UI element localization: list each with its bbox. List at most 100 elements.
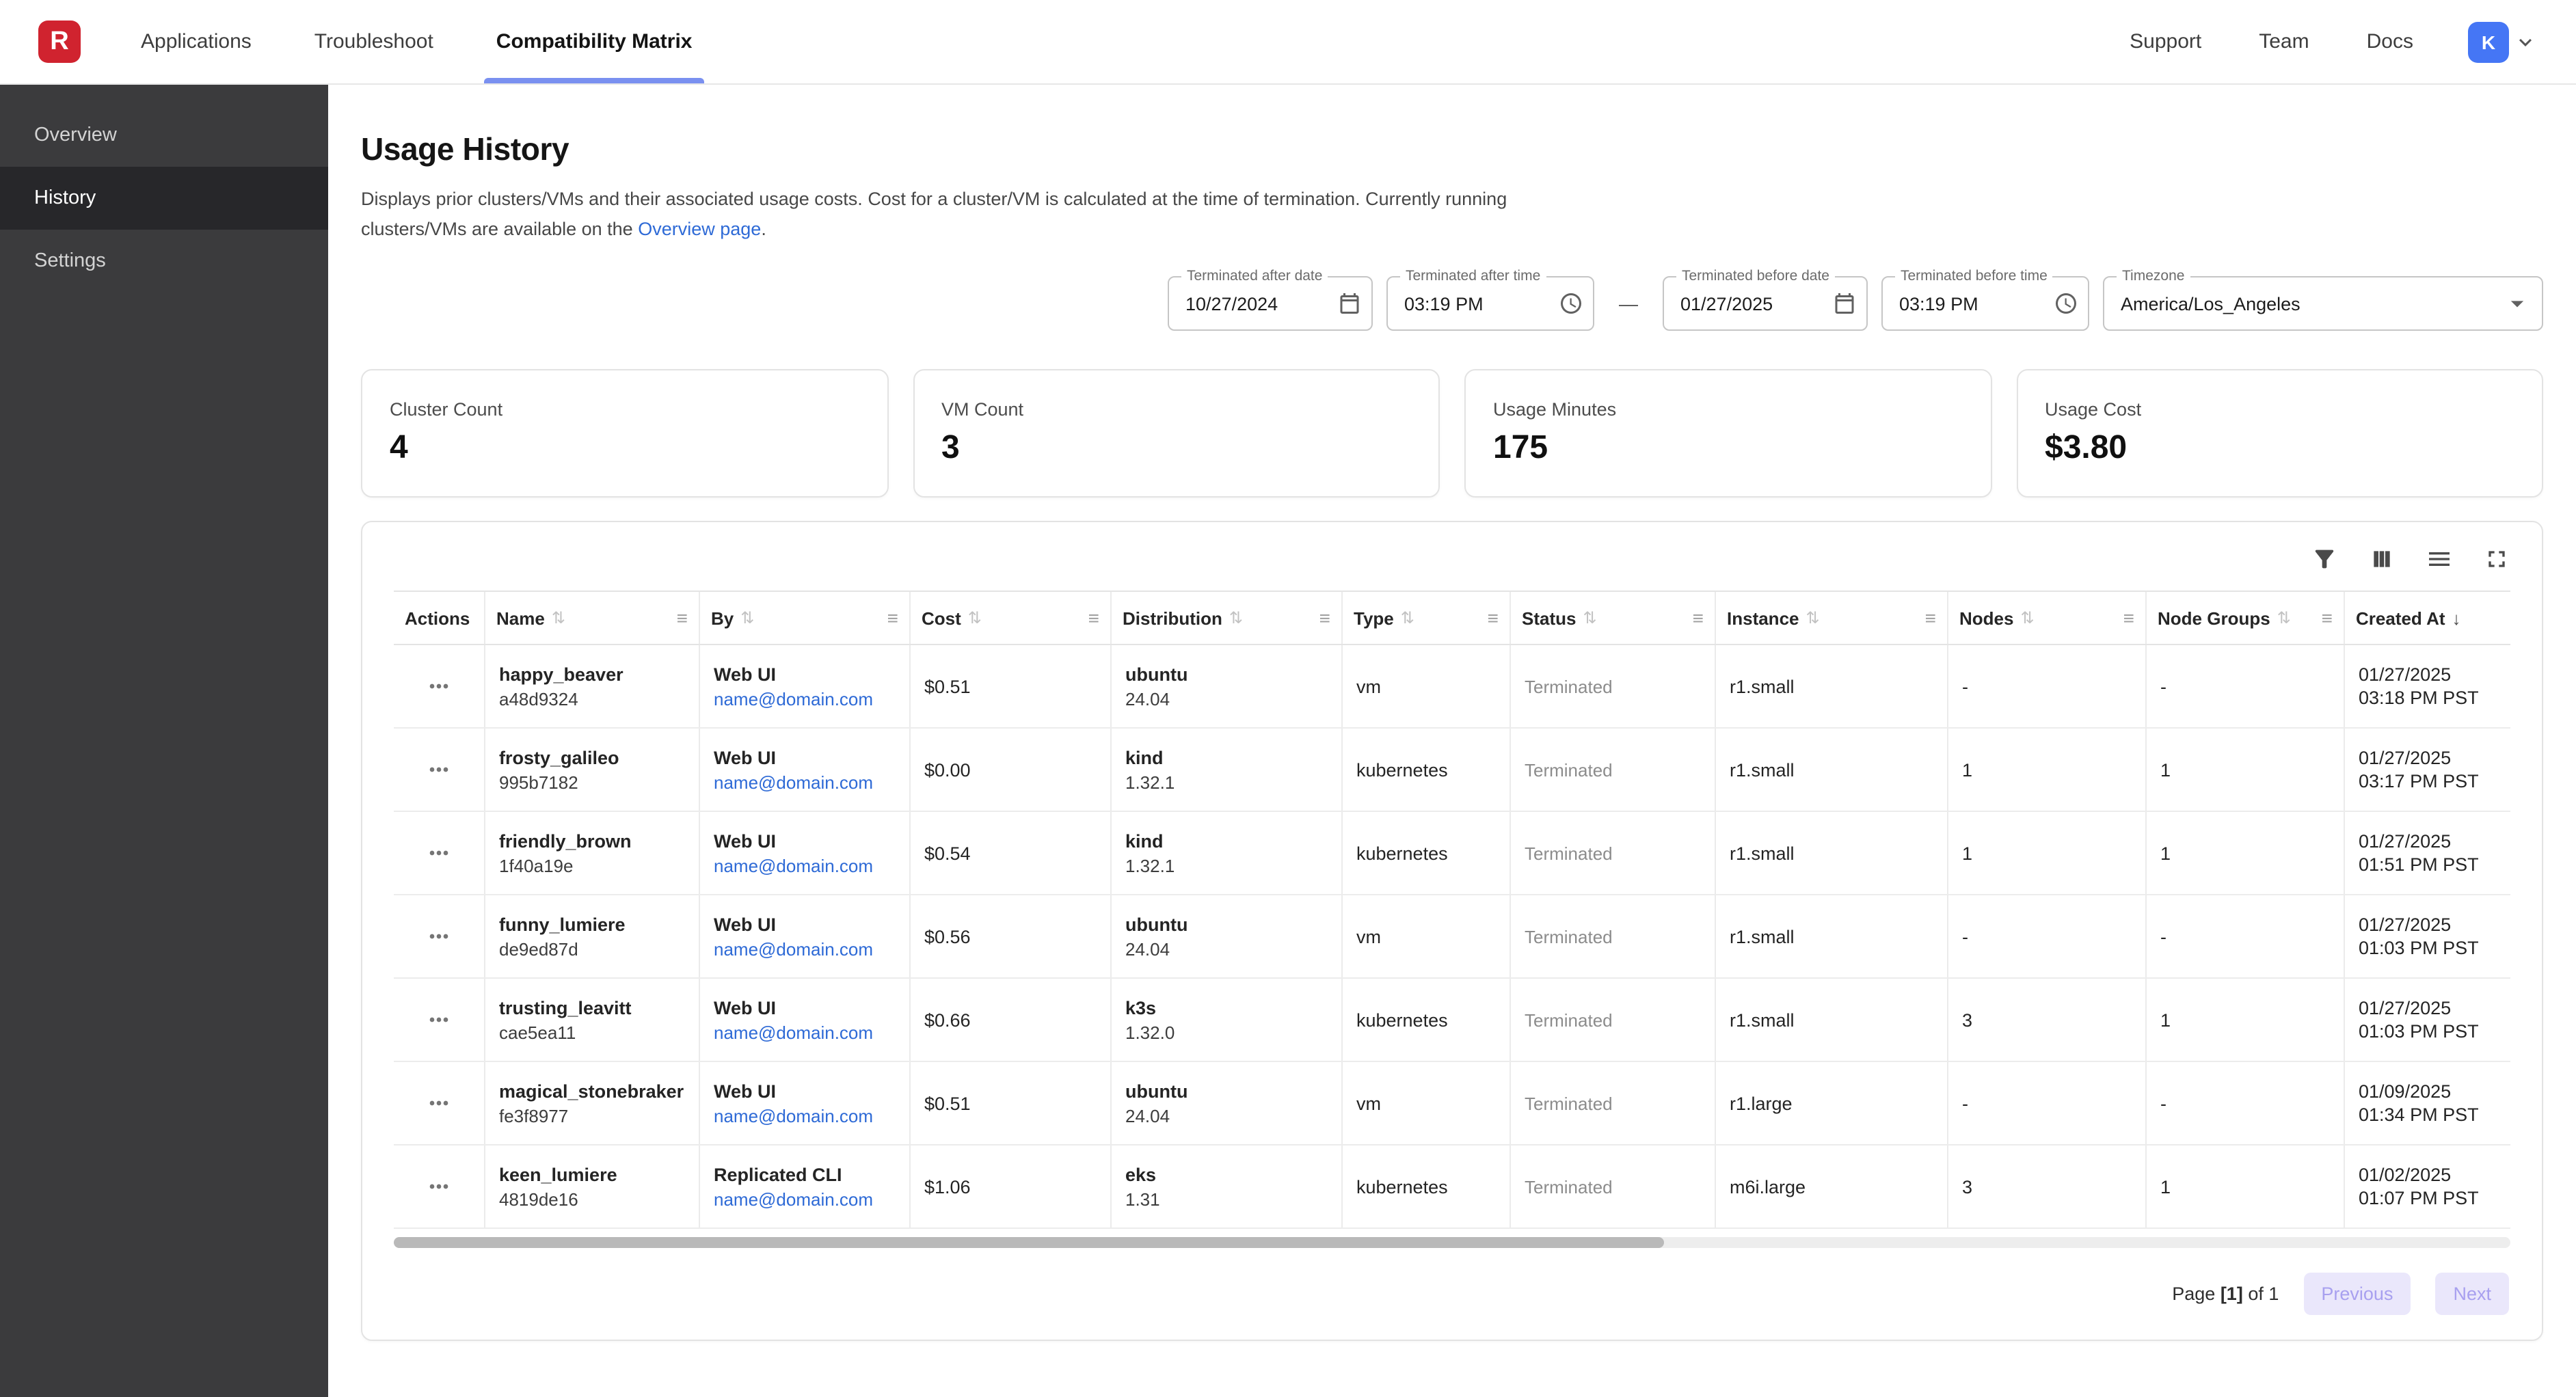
terminated-after-date-input[interactable]: Terminated after date 10/27/2024 (1168, 276, 1373, 331)
status-cell: Terminated (1511, 645, 1716, 727)
column-label: Node Groups (2158, 608, 2270, 628)
terminated-before-time-input[interactable]: Terminated before time 03:19 PM (1881, 276, 2089, 331)
table-toolbar (362, 522, 2542, 591)
main-content: Usage History Displays prior clusters/VM… (328, 85, 2576, 1397)
page-indicator: Page [1] of 1 (2172, 1284, 2279, 1304)
instance-cell: r1.small (1716, 895, 1948, 977)
density-icon[interactable] (2419, 539, 2460, 580)
name-cell: trusting_leavittcae5ea11 (485, 979, 700, 1061)
actions-cell (394, 645, 485, 727)
distribution-version: 1.32.1 (1125, 772, 1328, 792)
column-header-cost[interactable]: Cost⇅≡ (911, 592, 1112, 644)
column-header-type[interactable]: Type⇅≡ (1343, 592, 1511, 644)
calendar-icon[interactable] (1832, 291, 1857, 316)
nav-link-team[interactable]: Team (2259, 30, 2309, 53)
column-header-by[interactable]: By⇅≡ (700, 592, 911, 644)
status-cell: Terminated (1511, 812, 1716, 894)
stat-label: Cluster Count (390, 399, 859, 420)
email-link[interactable]: name@domain.com (714, 1105, 896, 1126)
next-page-button[interactable]: Next (2435, 1273, 2509, 1315)
sidebar-item-settings[interactable]: Settings (0, 230, 328, 293)
instance-cell: r1.small (1716, 812, 1948, 894)
column-header-nodes[interactable]: Nodes⇅≡ (1948, 592, 2147, 644)
table-row: frosty_galileo995b7182Web UIname@domain.… (394, 729, 2510, 812)
node-groups-value: 1 (2160, 1176, 2330, 1197)
filter-icon[interactable] (2304, 539, 2345, 580)
created-at-cell: 01/27/202501:51 PM PST (2345, 812, 2510, 894)
row-actions-button[interactable] (425, 839, 453, 867)
overview-page-link[interactable]: Overview page (638, 218, 761, 239)
email-link[interactable]: name@domain.com (714, 1189, 896, 1209)
email-link[interactable]: name@domain.com (714, 772, 896, 792)
sidebar-item-overview[interactable]: Overview (0, 104, 328, 167)
email-link[interactable]: name@domain.com (714, 938, 896, 959)
row-actions-button[interactable] (425, 756, 453, 783)
app-logo[interactable]: R (38, 21, 81, 63)
clock-icon[interactable] (2054, 291, 2078, 316)
distribution-cell: kind1.32.1 (1112, 729, 1343, 811)
row-actions-button[interactable] (425, 1173, 453, 1200)
column-menu-icon[interactable]: ≡ (1925, 607, 1936, 629)
column-header-distribution[interactable]: Distribution⇅≡ (1112, 592, 1343, 644)
column-label: Created At (2356, 608, 2445, 628)
column-menu-icon[interactable]: ≡ (2123, 607, 2134, 629)
account-menu-button[interactable]: K (2468, 21, 2538, 62)
column-header-created-at[interactable]: Created At↓ (2345, 592, 2510, 644)
column-header-status[interactable]: Status⇅≡ (1511, 592, 1716, 644)
nav-item-compatibility-matrix[interactable]: Compatibility Matrix (496, 0, 693, 83)
node-groups-cell: - (2147, 645, 2345, 727)
timezone-select[interactable]: Timezone America/Los_Angeles (2103, 276, 2543, 331)
calendar-icon[interactable] (1337, 291, 1362, 316)
cluster-name: frosty_galileo (499, 747, 685, 768)
name-cell: magical_stonebrakerfe3f8977 (485, 1062, 700, 1144)
sidebar-item-history[interactable]: History (0, 167, 328, 230)
columns-icon[interactable] (2361, 539, 2402, 580)
table-header-row: Actions Name⇅≡ By⇅≡ Cost⇅≡ Distribution⇅… (394, 591, 2510, 645)
terminated-after-time-input[interactable]: Terminated after time 03:19 PM (1386, 276, 1594, 331)
distribution-version: 24.04 (1125, 688, 1328, 709)
nav-link-support[interactable]: Support (2130, 30, 2201, 53)
column-menu-icon[interactable]: ≡ (1693, 607, 1704, 629)
actions-cell (394, 979, 485, 1061)
column-menu-icon[interactable]: ≡ (1488, 607, 1499, 629)
column-menu-icon[interactable]: ≡ (1088, 607, 1099, 629)
status-badge: Terminated (1525, 759, 1701, 780)
status-cell: Terminated (1511, 729, 1716, 811)
email-link[interactable]: name@domain.com (714, 855, 896, 876)
row-actions-button[interactable] (425, 1006, 453, 1033)
created-at-cell: 01/09/202501:34 PM PST (2345, 1062, 2510, 1144)
terminated-before-date-input[interactable]: Terminated before date 01/27/2025 (1663, 276, 1868, 331)
nav-link-docs[interactable]: Docs (2367, 30, 2413, 53)
clock-icon[interactable] (1559, 291, 1583, 316)
stat-card-usage-minutes: Usage Minutes 175 (1464, 369, 1991, 498)
column-label: Nodes (1959, 608, 2013, 628)
nav-item-applications[interactable]: Applications (141, 0, 252, 83)
cost-value: $0.66 (924, 1009, 1097, 1030)
column-header-name[interactable]: Name⇅≡ (485, 592, 700, 644)
instance-cell: r1.large (1716, 1062, 1948, 1144)
row-actions-button[interactable] (425, 923, 453, 950)
previous-page-button[interactable]: Previous (2303, 1273, 2411, 1315)
cluster-id: de9ed87d (499, 938, 685, 959)
column-menu-icon[interactable]: ≡ (677, 607, 688, 629)
created-date: 01/27/2025 (2359, 748, 2497, 768)
horizontal-scrollbar-thumb[interactable] (394, 1237, 1664, 1248)
status-badge: Terminated (1525, 1009, 1701, 1030)
email-link[interactable]: name@domain.com (714, 1022, 896, 1042)
nodes-cell: 1 (1948, 729, 2147, 811)
nav-item-troubleshoot[interactable]: Troubleshoot (314, 0, 433, 83)
column-menu-icon[interactable]: ≡ (2322, 607, 2333, 629)
column-header-instance[interactable]: Instance⇅≡ (1716, 592, 1948, 644)
nodes-cell: - (1948, 1062, 2147, 1144)
column-label: Name (496, 608, 545, 628)
column-menu-icon[interactable]: ≡ (887, 607, 898, 629)
fullscreen-icon[interactable] (2476, 539, 2517, 580)
row-actions-button[interactable] (425, 1089, 453, 1117)
node-groups-value: 1 (2160, 1009, 2330, 1030)
email-link[interactable]: name@domain.com (714, 688, 896, 709)
table-row: funny_lumierede9ed87dWeb UIname@domain.c… (394, 895, 2510, 979)
column-menu-icon[interactable]: ≡ (1319, 607, 1330, 629)
column-label: Distribution (1123, 608, 1222, 628)
column-header-node-groups[interactable]: Node Groups⇅≡ (2147, 592, 2345, 644)
row-actions-button[interactable] (425, 673, 453, 700)
